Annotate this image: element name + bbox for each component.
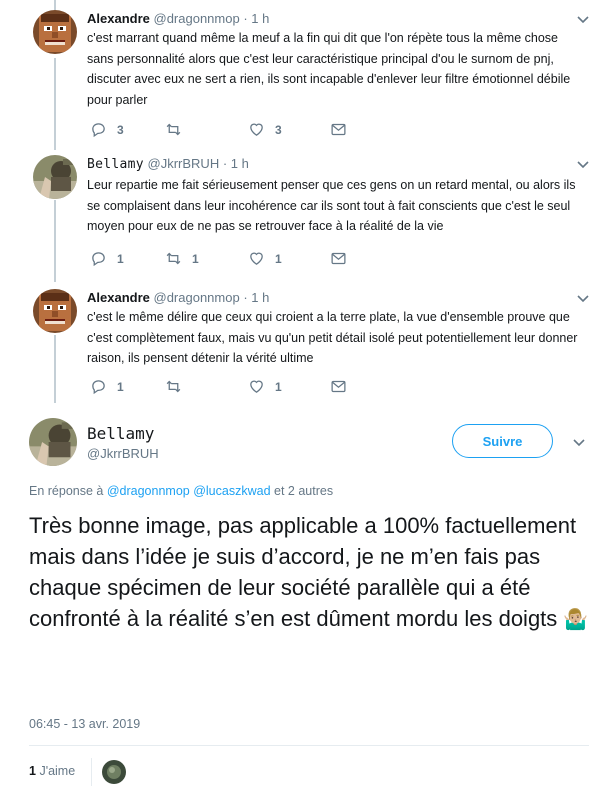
chevron-down-icon[interactable] — [576, 157, 590, 171]
reply-count: 1 — [117, 379, 124, 394]
reply-icon — [92, 252, 105, 267]
display-name[interactable]: Alexandre — [87, 11, 150, 26]
retweet-count: 1 — [192, 251, 199, 266]
reply-icon — [92, 123, 105, 138]
reply-prefix: En réponse à — [29, 484, 104, 498]
reply-count: 1 — [117, 251, 124, 266]
like-count: 1 — [275, 379, 282, 394]
avatar[interactable] — [29, 418, 77, 466]
thread-line — [54, 0, 56, 10]
liker-avatar[interactable] — [102, 760, 126, 784]
retweet-button[interactable] — [165, 378, 192, 395]
retweet-button[interactable] — [165, 121, 192, 138]
like-button[interactable]: 1 — [248, 378, 282, 395]
chevron-down-icon[interactable] — [576, 291, 590, 305]
display-name[interactable]: Bellamy — [87, 157, 144, 172]
reply-icon — [92, 380, 105, 395]
retweet-icon — [166, 123, 181, 136]
main-tweet-body: Très bonne image, pas applicable a 100% … — [29, 513, 577, 631]
message-button[interactable] — [330, 121, 347, 138]
follow-button[interactable]: Suivre — [452, 424, 553, 458]
like-icon — [250, 252, 263, 265]
reply-context: En réponse à @dragonnmop @lucaszkwad et … — [29, 484, 333, 498]
tweet-time[interactable]: · 1 h — [243, 11, 269, 26]
avatar[interactable] — [33, 289, 77, 333]
retweet-button[interactable]: 1 — [165, 250, 199, 267]
tweet[interactable]: Bellamy @JkrrBRUH · 1 h Leur repartie me… — [0, 155, 614, 280]
retweet-icon — [166, 380, 181, 393]
reply-button[interactable]: 3 — [90, 121, 124, 138]
main-tweet-text: Très bonne image, pas applicable a 100% … — [29, 510, 589, 636]
chevron-down-icon[interactable] — [572, 435, 586, 449]
tweet-text: Leur repartie me fait sérieusement pense… — [87, 178, 576, 233]
divider — [91, 758, 92, 786]
like-button[interactable]: 3 — [248, 121, 282, 138]
handle[interactable]: @dragonnmop — [154, 290, 240, 305]
chevron-down-icon[interactable] — [576, 12, 590, 26]
likes-count: 1 — [29, 764, 36, 778]
display-name[interactable]: Alexandre — [87, 290, 150, 305]
retweet-icon — [166, 252, 181, 265]
reply-suffix[interactable]: et 2 autres — [274, 484, 333, 498]
reply-button[interactable]: 1 — [90, 378, 124, 395]
avatar[interactable] — [33, 10, 77, 54]
handle[interactable]: @JkrrBRUH — [87, 446, 159, 461]
tweet-header: Bellamy @JkrrBRUH · 1 h — [87, 155, 249, 174]
reply-count: 3 — [117, 122, 124, 137]
reply-button[interactable]: 1 — [90, 250, 124, 267]
like-count: 1 — [275, 251, 282, 266]
like-button[interactable]: 1 — [248, 250, 282, 267]
tweet[interactable]: Alexandre @dragonnmop · 1 h c'est le mêm… — [0, 289, 614, 404]
tweet-header: Alexandre @dragonnmop · 1 h — [87, 10, 269, 28]
shrug-emoji: 🤷🏼‍♂️ — [563, 609, 589, 631]
handle[interactable]: @JkrrBRUH — [148, 156, 220, 171]
divider — [29, 745, 589, 746]
tweet[interactable]: Alexandre @dragonnmop · 1 h c'est marran… — [0, 10, 614, 145]
mention-link[interactable]: @lucaszkwad — [193, 484, 270, 498]
handle[interactable]: @dragonnmop — [154, 11, 240, 26]
tweet-text: c'est marrant quand même la meuf a la fi… — [87, 31, 571, 107]
message-icon — [331, 380, 346, 393]
like-count: 3 — [275, 122, 282, 137]
like-icon — [250, 123, 263, 136]
tweet-time[interactable]: · 1 h — [223, 156, 249, 171]
tweet-time[interactable]: · 1 h — [243, 290, 269, 305]
tweet-text: c'est le même délire que ceux qui croien… — [87, 310, 578, 365]
avatar[interactable] — [33, 155, 77, 199]
likes-label: J'aime — [39, 764, 76, 778]
display-name[interactable]: Bellamy — [87, 424, 154, 443]
message-icon — [331, 252, 346, 265]
timestamp[interactable]: 06:45 - 13 avr. 2019 — [29, 717, 140, 731]
likes-stat[interactable]: 1 J'aime — [29, 764, 75, 778]
message-button[interactable] — [330, 250, 347, 267]
tweet-header: Alexandre @dragonnmop · 1 h — [87, 289, 269, 307]
mention-link[interactable]: @dragonnmop — [107, 484, 190, 498]
message-icon — [331, 123, 346, 136]
like-icon — [250, 380, 263, 393]
message-button[interactable] — [330, 378, 347, 395]
